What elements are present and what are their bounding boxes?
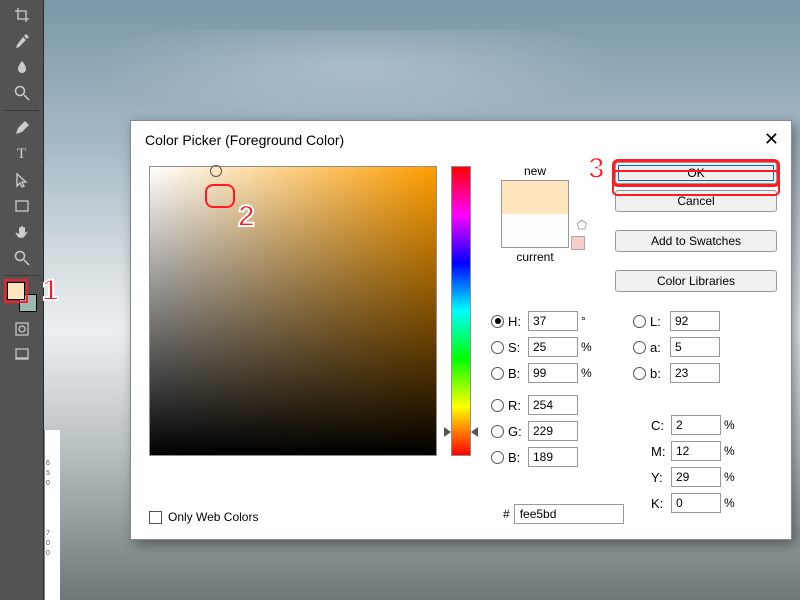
m-label: M: <box>651 444 671 459</box>
dialog-titlebar: Color Picker (Foreground Color) ✕ <box>131 121 791 150</box>
ruler-tick: 0 <box>46 480 50 487</box>
sat-label: S: <box>508 340 528 355</box>
hue-input[interactable] <box>528 311 578 331</box>
bri-label: B: <box>508 366 528 381</box>
close-icon[interactable]: ✕ <box>764 129 779 150</box>
y-input[interactable] <box>671 467 721 487</box>
foreground-color-swatch[interactable] <box>7 282 25 300</box>
green-input[interactable] <box>528 421 578 441</box>
hsb-rgb-fields: H: ° S:% B:% R: G: B: <box>491 308 599 470</box>
sat-radio[interactable] <box>491 341 504 354</box>
only-web-colors-label: Only Web Colors <box>168 510 258 524</box>
divider <box>4 110 38 111</box>
blue-input[interactable] <box>528 447 578 467</box>
dialog-title-text: Color Picker (Foreground Color) <box>145 132 344 148</box>
pen-tool-icon[interactable] <box>11 117 33 139</box>
unit: % <box>724 444 742 458</box>
l-radio[interactable] <box>633 315 646 328</box>
c-label: C: <box>651 418 671 433</box>
only-web-colors-checkbox[interactable] <box>149 511 162 524</box>
blue-radio[interactable] <box>491 451 504 464</box>
color-field-cursor[interactable] <box>210 165 222 177</box>
zoom-tool-icon[interactable] <box>11 82 33 104</box>
unit: % <box>724 470 742 484</box>
screenmode-icon[interactable] <box>11 344 33 366</box>
b-lab-label: b: <box>650 366 670 381</box>
green-radio[interactable] <box>491 425 504 438</box>
ruler-tick: 6 <box>46 460 50 467</box>
cmyk-fields: C:% M:% Y:% K:% <box>651 412 742 516</box>
foreground-background-swatch[interactable] <box>7 282 37 312</box>
m-input[interactable] <box>671 441 721 461</box>
add-to-swatches-button[interactable]: Add to Swatches <box>615 230 777 252</box>
l-label: L: <box>650 314 670 329</box>
new-label: new <box>489 164 581 178</box>
cancel-button[interactable]: Cancel <box>615 190 777 212</box>
cube-icon[interactable]: ⬠ <box>577 218 587 232</box>
hue-slider[interactable] <box>451 166 471 456</box>
red-input[interactable] <box>528 395 578 415</box>
vertical-ruler: 6 5 0 7 0 0 <box>44 430 60 600</box>
unit: ° <box>581 314 599 328</box>
unit: % <box>724 418 742 432</box>
unit: % <box>581 366 599 380</box>
b-radio[interactable] <box>633 367 646 380</box>
blur-tool-icon[interactable] <box>11 56 33 78</box>
hue-label: H: <box>508 314 528 329</box>
ruler-tick: 5 <box>46 470 50 477</box>
color-libraries-button[interactable]: Color Libraries <box>615 270 777 292</box>
red-radio[interactable] <box>491 399 504 412</box>
unit: % <box>581 340 599 354</box>
divider <box>4 275 38 276</box>
ruler-tick: 0 <box>46 540 50 547</box>
a-input[interactable] <box>670 337 720 357</box>
blue-label: B: <box>508 450 528 465</box>
ruler-tick: 0 <box>46 550 50 557</box>
unit: % <box>724 496 742 510</box>
zoom-tool-2-icon[interactable] <box>11 247 33 269</box>
k-input[interactable] <box>671 493 721 513</box>
a-label: a: <box>650 340 670 355</box>
c-input[interactable] <box>671 415 721 435</box>
k-label: K: <box>651 496 671 511</box>
hex-input[interactable] <box>514 504 624 524</box>
l-input[interactable] <box>670 311 720 331</box>
preview-swatch-box <box>501 180 569 248</box>
path-select-tool-icon[interactable] <box>11 169 33 191</box>
current-label: current <box>489 250 581 264</box>
b-lab-input[interactable] <box>670 363 720 383</box>
bri-input[interactable] <box>528 363 578 383</box>
gamut-warning-swatch[interactable] <box>571 236 585 250</box>
hue-radio[interactable] <box>491 315 504 328</box>
hand-tool-icon[interactable] <box>11 221 33 243</box>
type-tool-icon[interactable]: T <box>11 143 33 165</box>
color-preview: new current ⬠ <box>489 164 581 266</box>
ruler-tick: 7 <box>46 530 50 537</box>
hue-thumb-left-icon[interactable] <box>444 427 451 437</box>
tools-panel: T <box>0 0 44 600</box>
a-radio[interactable] <box>633 341 646 354</box>
sat-input[interactable] <box>528 337 578 357</box>
current-color-swatch[interactable] <box>502 214 568 247</box>
hue-thumb-right-icon[interactable] <box>471 427 478 437</box>
color-picker-dialog: Color Picker (Foreground Color) ✕ new cu… <box>130 120 792 540</box>
hex-prefix: # <box>503 507 510 521</box>
ok-button[interactable]: OK <box>615 162 777 184</box>
red-label: R: <box>508 398 528 413</box>
eyedropper-tool-icon[interactable] <box>11 30 33 52</box>
color-field[interactable] <box>149 166 437 456</box>
crop-tool-icon[interactable] <box>11 4 33 26</box>
rectangle-tool-icon[interactable] <box>11 195 33 217</box>
quickmask-icon[interactable] <box>11 318 33 340</box>
bri-radio[interactable] <box>491 367 504 380</box>
y-label: Y: <box>651 470 671 485</box>
green-label: G: <box>508 424 528 439</box>
new-color-swatch <box>502 181 568 214</box>
lab-fields: L: a: b: <box>633 308 720 386</box>
